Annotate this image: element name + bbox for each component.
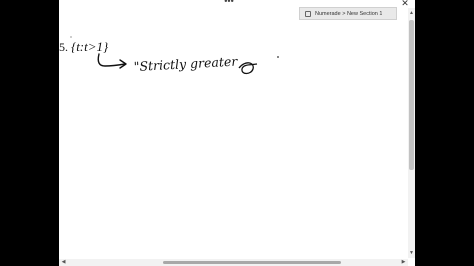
ink-dot-small [70, 36, 72, 38]
scroll-left-icon[interactable]: ◀ [60, 259, 67, 266]
breadcrumb-tab[interactable]: Numerade > New Section 1 [299, 7, 397, 20]
ink-dot [277, 56, 279, 58]
note-window: ••• ✕ Numerade > New Section 1 5. {t:t>1… [59, 0, 415, 266]
close-icon[interactable]: ✕ [400, 0, 410, 8]
ink-canvas[interactable]: 5. {t:t>1} "Strictly greater [59, 20, 407, 258]
scroll-down-icon[interactable]: ▼ [409, 250, 414, 256]
horizontal-scrollbar[interactable]: ◀ ▶ [59, 259, 408, 266]
handwritten-note: "Strictly greater [133, 54, 238, 74]
vertical-scroll-thumb[interactable] [409, 20, 414, 170]
page-icon [305, 10, 311, 17]
horizontal-scroll-thumb[interactable] [163, 261, 341, 264]
pointing-arrow [97, 53, 127, 69]
ink-scribble [238, 62, 258, 75]
scroll-up-icon[interactable]: ▲ [409, 10, 414, 16]
set-expression: {t:t>1} [71, 39, 109, 54]
problem-number: 5. [59, 40, 68, 54]
breadcrumb-text: Numerade > New Section 1 [315, 10, 383, 17]
vertical-scrollbar[interactable]: ▲ ▼ [408, 8, 415, 258]
scroll-right-icon[interactable]: ▶ [400, 259, 407, 266]
more-icon[interactable]: ••• [219, 0, 239, 6]
